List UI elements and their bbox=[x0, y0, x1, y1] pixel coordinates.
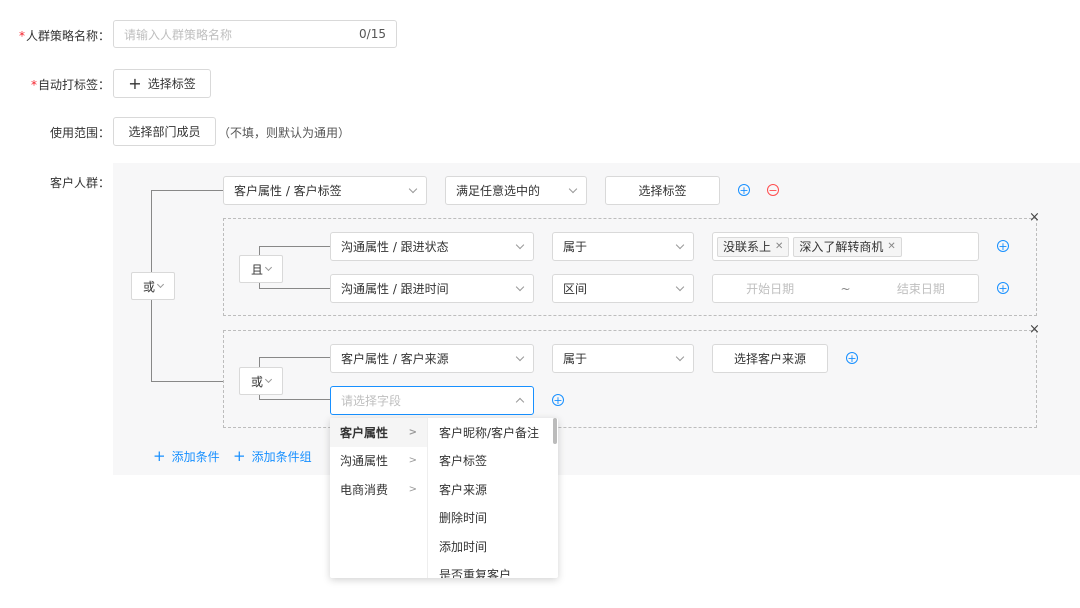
field-cascader-dropdown: 客户属性 > 沟通属性 > 电商消费 > 客户昵称/客户备注 客户标签 客户来源 删除… bbox=[330, 418, 558, 578]
chevron-right-icon: > bbox=[408, 426, 417, 438]
condition-panel bbox=[113, 163, 1080, 475]
chevron-right-icon: > bbox=[408, 455, 417, 467]
strategy-name-placeholder: 请输入人群策略名称 bbox=[124, 27, 233, 42]
plus-icon: + bbox=[233, 447, 246, 465]
group1-logic-select[interactable]: 且 bbox=[239, 255, 283, 283]
field-item[interactable]: 删除时间 bbox=[429, 504, 558, 533]
close-icon[interactable]: ✕ bbox=[775, 241, 783, 252]
add-condition-icon[interactable]: + bbox=[997, 282, 1009, 294]
tag-chip: 深入了解转商机 ✕ bbox=[793, 236, 902, 257]
group1-row1-tag-input[interactable]: 没联系上 ✕ 深入了解转商机 ✕ bbox=[712, 232, 979, 261]
chevron-down-icon bbox=[515, 240, 525, 249]
date-range-input[interactable]: 开始日期 ~ 结束日期 bbox=[712, 274, 979, 303]
root-operator-select[interactable]: 满足任意选中的 bbox=[445, 176, 587, 205]
group1-row1-field-select[interactable]: 沟通属性 / 跟进状态 bbox=[330, 232, 534, 261]
chevron-up-icon bbox=[515, 397, 525, 407]
plus-icon: + bbox=[128, 74, 142, 93]
add-condition-link[interactable]: + 添加条件 bbox=[153, 447, 220, 465]
close-group-icon[interactable]: × bbox=[1029, 322, 1040, 337]
tag-chip: 没联系上 ✕ bbox=[717, 236, 790, 257]
close-icon[interactable]: ✕ bbox=[887, 241, 895, 252]
scope-label: 使用范围： bbox=[49, 126, 110, 140]
group2-row1-field-select[interactable]: 客户属性 / 客户来源 bbox=[330, 344, 534, 373]
field-item[interactable]: 客户标签 bbox=[429, 447, 558, 476]
root-logic-select[interactable]: 或 bbox=[131, 272, 175, 300]
field-select-open[interactable]: 请选择字段 bbox=[330, 386, 534, 415]
crowd-label: 客户人群： bbox=[49, 176, 110, 190]
end-date-placeholder: 结束日期 bbox=[896, 282, 945, 296]
category-item[interactable]: 客户属性 > bbox=[330, 418, 427, 447]
date-separator: ~ bbox=[840, 281, 851, 296]
group2-row1-operator-select[interactable]: 属于 bbox=[552, 344, 694, 373]
add-condition-icon[interactable]: + bbox=[552, 394, 564, 406]
scope-hint: （不填，则默认为通用） bbox=[218, 126, 351, 140]
add-condition-icon[interactable]: + bbox=[997, 240, 1009, 252]
start-date-placeholder: 开始日期 bbox=[746, 282, 795, 296]
char-counter: 0/15 bbox=[359, 27, 386, 41]
group1-row2-field-select[interactable]: 沟通属性 / 跟进时间 bbox=[330, 274, 534, 303]
add-condition-icon[interactable]: + bbox=[846, 352, 858, 364]
strategy-name-input[interactable]: 请输入人群策略名称 0/15 bbox=[113, 20, 397, 48]
auto-tag-label: *自动打标签： bbox=[30, 78, 110, 92]
add-condition-icon[interactable]: + bbox=[738, 184, 750, 196]
chevron-down-icon bbox=[515, 282, 525, 291]
group1-row2-operator-select[interactable]: 区间 bbox=[552, 274, 694, 303]
plus-icon: + bbox=[153, 447, 166, 465]
chevron-right-icon: > bbox=[408, 483, 417, 495]
add-group-link[interactable]: + 添加条件组 bbox=[233, 447, 312, 465]
field-item[interactable]: 客户来源 bbox=[429, 475, 558, 504]
select-members-button[interactable]: 选择部门成员 bbox=[113, 117, 216, 146]
chevron-down-icon bbox=[156, 280, 165, 289]
chevron-down-icon bbox=[675, 240, 685, 249]
select-tag-button[interactable]: + 选择标签 bbox=[113, 69, 211, 98]
chevron-down-icon bbox=[675, 352, 685, 361]
group2-logic-select[interactable]: 或 bbox=[239, 367, 283, 395]
chevron-down-icon bbox=[264, 263, 273, 272]
root-select-tag-button[interactable]: 选择标签 bbox=[605, 176, 720, 205]
chevron-down-icon bbox=[264, 375, 273, 384]
remove-condition-icon[interactable]: − bbox=[767, 184, 779, 196]
category-item[interactable]: 沟通属性 > bbox=[330, 447, 427, 476]
chevron-down-icon bbox=[408, 184, 418, 193]
close-group-icon[interactable]: × bbox=[1029, 210, 1040, 225]
field-item[interactable]: 客户昵称/客户备注 bbox=[429, 418, 558, 447]
group1-row1-operator-select[interactable]: 属于 bbox=[552, 232, 694, 261]
chevron-down-icon bbox=[568, 184, 578, 193]
field-item[interactable]: 是否重复客户 bbox=[429, 561, 558, 578]
chevron-down-icon bbox=[675, 282, 685, 291]
strategy-name-label: *人群策略名称： bbox=[18, 29, 110, 43]
chevron-down-icon bbox=[515, 352, 525, 361]
category-item[interactable]: 电商消费 > bbox=[330, 475, 427, 504]
select-source-button[interactable]: 选择客户来源 bbox=[712, 344, 828, 373]
field-item[interactable]: 添加时间 bbox=[429, 532, 558, 561]
root-field-select[interactable]: 客户属性 / 客户标签 bbox=[223, 176, 427, 205]
field-column: 客户昵称/客户备注 客户标签 客户来源 删除时间 添加时间 是否重复客户 bbox=[429, 418, 558, 578]
dropdown-scrollbar[interactable] bbox=[553, 418, 557, 444]
category-column: 客户属性 > 沟通属性 > 电商消费 > bbox=[330, 418, 428, 578]
